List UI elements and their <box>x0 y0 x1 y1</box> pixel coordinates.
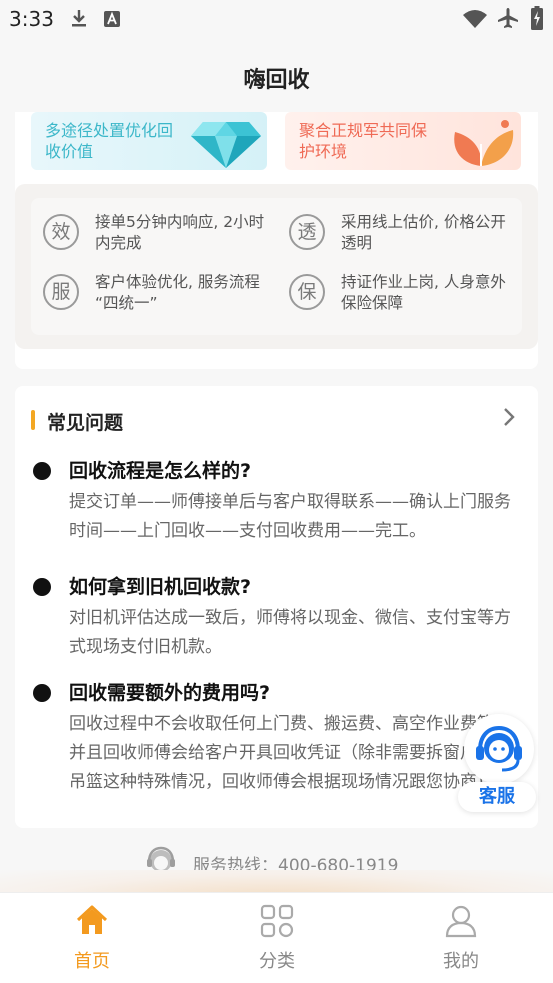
faq-accent-bar <box>31 410 35 430</box>
chevron-right-icon[interactable] <box>502 406 516 434</box>
features-panel: 效 接单5分钟内响应, 2小时内完成 透 采用线上估价, 价格公开透明 服 客户… <box>15 184 538 349</box>
faq-answer: 回收过程中不会收取任何上门费、搬运费、高空作业费等，并且回收师傅会给客户开具回收… <box>69 714 511 792</box>
customer-service-label[interactable]: 客服 <box>458 782 536 812</box>
user-icon <box>443 903 479 943</box>
diamond-icon <box>189 114 263 170</box>
title-bar: 嗨回收 <box>0 40 553 112</box>
feature-text: 采用线上估价, 价格公开透明 <box>341 213 506 252</box>
feature-badge-icon: 保 <box>289 274 325 310</box>
faq-title: 常见问题 <box>47 412 124 434</box>
status-time: 3:33 <box>9 7 54 31</box>
faq-answer: 提交订单——师傅接单后与客户取得联系——确认上门服务时间——上门回收——支付回收… <box>69 492 511 541</box>
bullet-dot <box>33 578 51 596</box>
headset-icon[interactable] <box>464 714 534 784</box>
nav-item-category[interactable]: 分类 <box>227 903 327 973</box>
feature-badge-icon: 服 <box>43 274 79 310</box>
nav-item-home[interactable]: 首页 <box>42 903 142 973</box>
intro-card: 多途径处置优化回收价值 聚合正规军共同保护环境 效 接单5分钟内响应, 2小时内… <box>15 112 538 369</box>
nav-label: 首页 <box>74 951 110 972</box>
nav-label: 我的 <box>443 951 479 972</box>
main-content[interactable]: 多途径处置优化回收价值 聚合正规军共同保护环境 效 接单5分钟内响应, 2小时内… <box>0 112 553 892</box>
promo-value-banner[interactable]: 多途径处置优化回收价值 <box>31 112 267 170</box>
home-icon <box>74 903 110 943</box>
feature-badge-icon: 效 <box>43 214 79 250</box>
feature-text: 持证作业上岗, 人身意外保险保障 <box>341 273 506 312</box>
customer-service-button[interactable]: 客服 <box>458 714 538 814</box>
wifi-icon <box>462 9 488 33</box>
faq-answer: 对旧机评估达成一致后，师傅将以现金、微信、支付宝等方式现场支付旧机款。 <box>69 608 511 657</box>
download-icon <box>70 8 88 32</box>
bullet-dot <box>33 684 51 702</box>
bottom-nav: 首页 分类 我的 <box>0 892 553 983</box>
page-title: 嗨回收 <box>243 68 310 93</box>
battery-charging-icon <box>531 6 543 34</box>
bottom-decoration <box>0 870 553 892</box>
promo-environment-banner[interactable]: 聚合正规军共同保护环境 <box>285 112 521 170</box>
promo-text: 聚合正规军共同保护环境 <box>299 121 428 161</box>
feature-badge-icon: 透 <box>289 214 325 250</box>
feature-text: 客户体验优化, 服务流程 “四统一” <box>95 273 260 312</box>
nav-item-mine[interactable]: 我的 <box>411 903 511 973</box>
text-a-icon <box>103 10 121 32</box>
faq-question: 如何拿到旧机回收款? <box>69 576 252 598</box>
faq-question: 回收需要额外的费用吗? <box>69 682 271 704</box>
leaf-icon <box>443 114 517 170</box>
grid-icon <box>259 903 295 943</box>
promo-text: 多途径处置优化回收价值 <box>45 121 174 161</box>
airplane-mode-icon <box>497 7 519 33</box>
features-inner: 效 接单5分钟内响应, 2小时内完成 透 采用线上估价, 价格公开透明 服 客户… <box>31 198 522 335</box>
feature-text: 接单5分钟内响应, 2小时内完成 <box>95 213 265 252</box>
status-bar: 3:33 <box>0 0 553 40</box>
nav-label: 分类 <box>259 951 295 972</box>
faq-question: 回收流程是怎么样的? <box>69 460 252 482</box>
bullet-dot <box>33 462 51 480</box>
